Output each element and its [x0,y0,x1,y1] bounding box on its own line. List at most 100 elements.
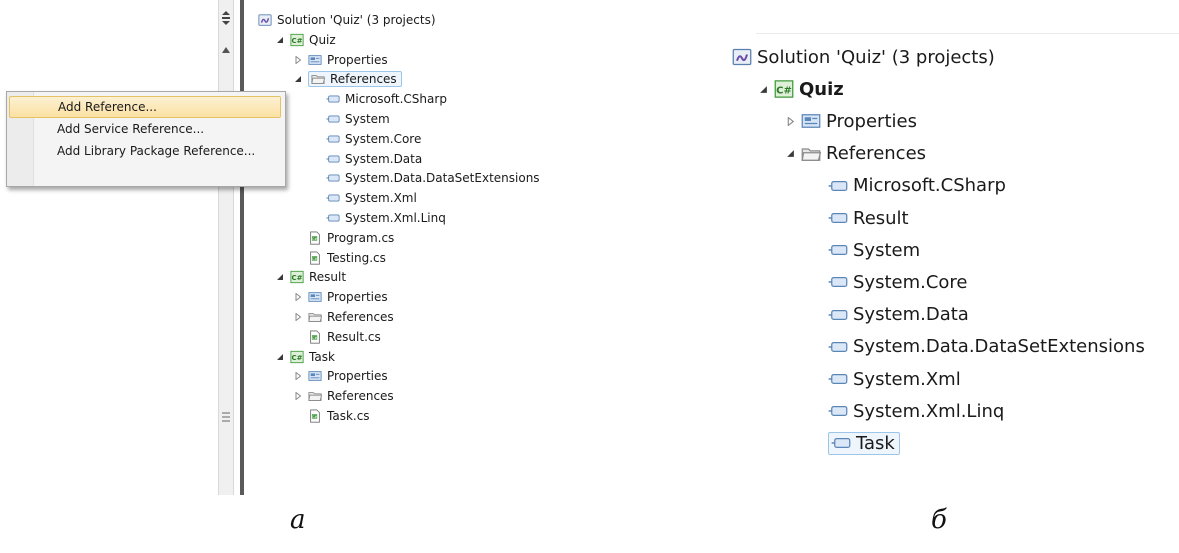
tree-item-system-data[interactable]: System.Data [813,300,969,330]
references-folder-icon [308,389,322,403]
tree-item-solution-quiz-3-projects[interactable]: Solution 'Quiz' (3 projects) [258,11,436,29]
tree-item-label: System.Xml.Linq [345,211,446,225]
collapsed-arrow-icon[interactable] [294,293,302,302]
tree-item-properties[interactable]: Properties [294,51,388,69]
tree-item-system[interactable]: System [813,235,920,265]
cs-file-icon: C# [308,231,322,245]
add-service-reference-menu-item[interactable]: Add Service Reference... [9,118,281,140]
reference-icon [828,337,848,357]
tree-item-label: Result [853,207,909,229]
tree-item-label: Solution 'Quiz' (3 projects) [277,13,436,27]
reference-icon [326,211,340,225]
collapsed-arrow-icon[interactable] [294,372,302,381]
reference-icon [828,401,848,421]
caption-b: б [931,505,947,535]
csharp-project-icon: C# [774,79,794,99]
tree-item-task-cs[interactable]: C# Task.cs [294,407,370,425]
context-menu: Add Reference... Add Service Reference..… [6,91,286,187]
svg-text:C#: C# [291,354,302,362]
collapsed-arrow-icon[interactable] [294,55,302,64]
expanded-arrow-icon[interactable] [276,273,284,281]
reference-icon [326,191,340,205]
tree-item-result[interactable]: C# Result [276,268,346,286]
scroll-grip-icon[interactable] [222,408,230,422]
tree-item-properties[interactable]: Properties [786,106,917,136]
reference-icon [828,305,848,325]
tree-item-solution-quiz-3-projects[interactable]: Solution 'Quiz' (3 projects) [732,42,995,72]
tree-item-properties[interactable]: Properties [294,367,388,385]
tree-item-properties[interactable]: Properties [294,288,388,306]
tree-item-microsoft-csharp[interactable]: Microsoft.CSharp [312,90,447,108]
reference-icon [326,171,340,185]
add-reference-menu-item[interactable]: Add Reference... [9,96,281,118]
tree-item-result[interactable]: Result [813,203,909,233]
tree-item-label: Microsoft.CSharp [345,92,447,107]
tree-item-label: References [826,143,927,165]
reference-icon [828,272,848,292]
reference-icon [326,132,340,146]
tree-item-references[interactable]: References [294,308,394,326]
expanded-arrow-icon[interactable] [759,85,768,94]
tree-item-references[interactable]: References [294,387,394,405]
expanded-arrow-icon[interactable] [276,36,284,44]
tree-item-system-data-datasetextensions[interactable]: System.Data.DataSetExtensions [813,332,1145,362]
properties-icon [308,369,322,383]
tree-item-task[interactable]: C# Task [276,348,335,366]
menu-item-label: Add Service Reference... [57,122,205,136]
properties-icon [308,53,322,67]
tree-item-label: Task [856,432,895,454]
add-library-package-reference-menu-item[interactable]: Add Library Package Reference... [9,140,281,162]
tree-item-quiz[interactable]: C# Quiz [759,74,844,104]
tree-item-program-cs[interactable]: C# Program.cs [294,229,394,247]
collapsed-arrow-icon[interactable] [294,313,302,321]
references-folder-icon [308,310,322,324]
tree-item-system[interactable]: System [312,110,390,128]
tree-item-system-xml[interactable]: System.Xml [312,189,417,207]
svg-text:C#: C# [291,274,302,282]
tree-item-microsoft-csharp[interactable]: Microsoft.CSharp [813,171,1006,201]
tree-item-label: Result.cs [327,329,381,344]
reference-icon [828,369,848,389]
tree-item-system-data[interactable]: System.Data [312,150,422,168]
tree-item-system-xml-linq[interactable]: System.Xml.Linq [813,396,1004,426]
csharp-project-icon: C# [290,350,304,364]
tree-item-testing-cs[interactable]: C# Testing.cs [294,249,386,267]
tree-item-quiz[interactable]: C# Quiz [276,31,336,49]
panel-divider [240,0,244,495]
tree-item-system-core[interactable]: System.Core [813,267,968,297]
tree-item-label: Properties [826,110,917,132]
tree-item-label: Result [309,270,347,285]
scroll-up-arrow-icon[interactable] [222,38,230,53]
tree-item-result-cs[interactable]: C# Result.cs [294,328,381,346]
tree-item-system-xml-linq[interactable]: System.Xml.Linq [312,209,446,227]
collapsed-arrow-icon[interactable] [294,392,302,401]
split-handle-icon[interactable] [221,10,231,25]
references-folder-icon [311,72,325,86]
tree-item-label: Task [309,349,335,364]
properties-icon [801,111,821,131]
collapsed-arrow-icon[interactable] [786,116,795,126]
tree-item-label: Properties [327,369,388,384]
tree-item-references[interactable]: References [786,139,926,169]
tree-item-task[interactable]: Task [813,428,900,458]
tree-item-system-core[interactable]: System.Core [312,130,421,148]
references-folder-icon [801,144,821,164]
tree-item-label: System.Data.DataSetExtensions [345,171,540,186]
tree-item-system-xml[interactable]: System.Xml [813,364,961,394]
tree-item-references[interactable]: References [294,70,402,88]
expanded-arrow-icon[interactable] [786,149,795,158]
expanded-arrow-icon[interactable] [276,353,284,361]
tree-item-system-data-datasetextensions[interactable]: System.Data.DataSetExtensions [312,169,540,187]
reference-icon [828,208,848,228]
expanded-arrow-icon[interactable] [294,75,302,83]
svg-text:C#: C# [312,336,318,340]
